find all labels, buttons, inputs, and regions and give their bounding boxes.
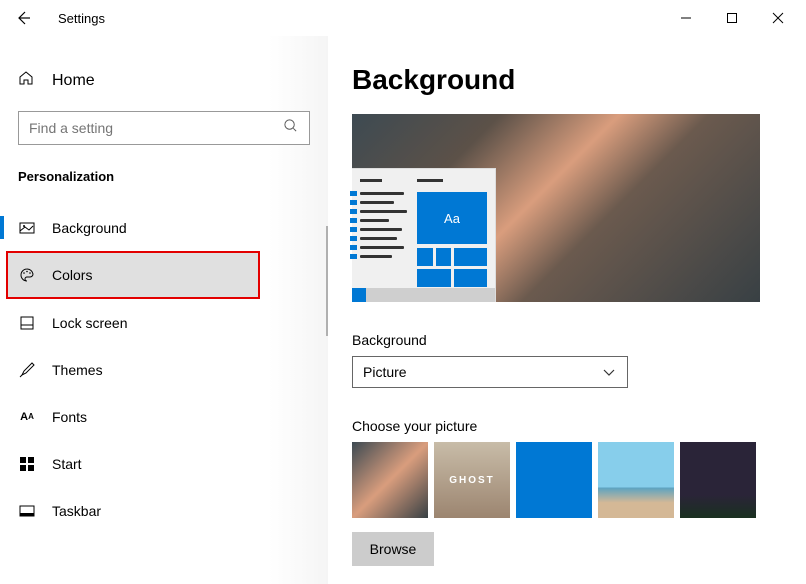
background-label: Background xyxy=(352,332,782,348)
nav-taskbar[interactable]: Taskbar xyxy=(0,487,328,534)
nav-label: Fonts xyxy=(52,409,87,425)
lockscreen-icon xyxy=(18,315,36,331)
start-icon xyxy=(18,457,36,471)
brush-icon xyxy=(18,362,36,378)
nav-lockscreen[interactable]: Lock screen xyxy=(0,299,328,346)
picture-thumbnails: GHOST xyxy=(352,442,782,518)
back-button[interactable] xyxy=(14,9,32,27)
nav-colors[interactable]: Colors xyxy=(6,251,260,299)
dropdown-value: Picture xyxy=(363,364,407,380)
nav-fonts[interactable]: AA Fonts xyxy=(0,393,328,440)
choose-picture-label: Choose your picture xyxy=(352,418,782,434)
picture-thumb-2[interactable]: GHOST xyxy=(434,442,510,518)
nav-label: Taskbar xyxy=(52,503,101,519)
home-nav[interactable]: Home xyxy=(0,64,328,111)
nav-label: Start xyxy=(52,456,82,472)
sidebar: Home Personalization Background Colors xyxy=(0,36,328,584)
maximize-button[interactable] xyxy=(718,4,746,32)
nav-start[interactable]: Start xyxy=(0,440,328,487)
scrollbar[interactable] xyxy=(326,226,328,336)
nav-label: Lock screen xyxy=(52,315,127,331)
background-dropdown[interactable]: Picture xyxy=(352,356,628,388)
search-input[interactable] xyxy=(29,120,283,136)
close-button[interactable] xyxy=(764,4,792,32)
desktop-preview: Aa xyxy=(352,114,760,302)
main-panel: Background xyxy=(328,36,806,584)
nav-label: Colors xyxy=(52,267,92,283)
home-label: Home xyxy=(52,72,95,90)
picture-icon xyxy=(18,220,36,236)
picture-thumb-3[interactable] xyxy=(516,442,592,518)
minimize-button[interactable] xyxy=(672,4,700,32)
taskbar-icon xyxy=(18,505,36,517)
fonts-icon: AA xyxy=(18,411,36,423)
nav-label: Background xyxy=(52,220,127,236)
palette-icon xyxy=(18,267,36,283)
nav-label: Themes xyxy=(52,362,103,378)
preview-sample-text: Aa xyxy=(417,192,487,244)
picture-thumb-1[interactable] xyxy=(352,442,428,518)
section-label: Personalization xyxy=(0,169,328,204)
picture-thumb-4[interactable] xyxy=(598,442,674,518)
home-icon xyxy=(18,70,36,91)
nav-background[interactable]: Background xyxy=(0,204,328,251)
app-title: Settings xyxy=(58,11,105,26)
nav-themes[interactable]: Themes xyxy=(0,346,328,393)
search-box[interactable] xyxy=(18,111,310,145)
search-icon xyxy=(283,118,299,138)
picture-thumb-5[interactable] xyxy=(680,442,756,518)
chevron-down-icon xyxy=(603,364,617,380)
browse-button[interactable]: Browse xyxy=(352,532,434,566)
page-title: Background xyxy=(352,64,782,96)
